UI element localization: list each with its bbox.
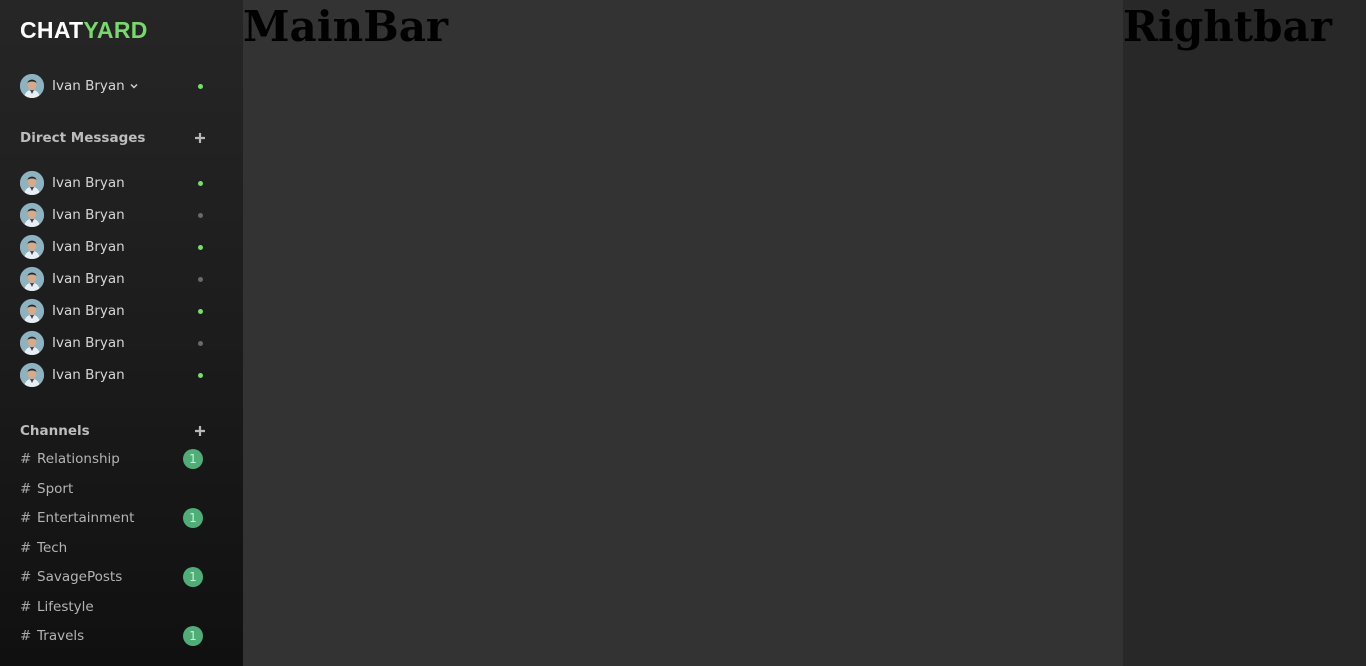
main-bar: MainBar	[243, 0, 1123, 666]
dm-user-name: Ivan Bryan	[52, 335, 125, 351]
direct-messages-title: Direct Messages	[20, 130, 146, 146]
current-user-name: Ivan Bryan	[52, 78, 125, 94]
user-avatar	[20, 203, 44, 227]
app-logo[interactable]: CHATYARD	[20, 16, 148, 44]
hash-icon: #	[20, 540, 32, 556]
user-avatar	[20, 235, 44, 259]
channel-item[interactable]: # Lifestyle	[20, 597, 210, 617]
user-avatar	[20, 363, 44, 387]
rightbar-label: Rightbar	[1123, 2, 1332, 51]
channels-title: Channels	[20, 423, 90, 439]
channel-item[interactable]: # Travels 1	[20, 626, 210, 646]
channel-name: Relationship	[37, 451, 120, 467]
user-avatar	[20, 267, 44, 291]
status-dot	[198, 341, 203, 346]
mainbar-label: MainBar	[243, 2, 449, 51]
channel-name: Tech	[37, 540, 68, 556]
user-avatar	[20, 299, 44, 323]
unread-badge: 1	[183, 567, 203, 587]
dm-user-name: Ivan Bryan	[52, 367, 125, 383]
dm-user-name: Ivan Bryan	[52, 303, 125, 319]
dm-user-item[interactable]: Ivan Bryan	[20, 171, 210, 195]
right-bar: Rightbar	[1123, 0, 1366, 666]
channel-item[interactable]: # Relationship 1	[20, 449, 210, 469]
current-user-menu[interactable]: Ivan Bryan	[20, 74, 210, 98]
channels-header: Channels	[20, 421, 210, 441]
unread-badge: 1	[183, 449, 203, 469]
hash-icon: #	[20, 628, 32, 644]
channel-name: Lifestyle	[37, 599, 94, 615]
status-dot	[198, 373, 203, 378]
dm-user-name: Ivan Bryan	[52, 175, 125, 191]
direct-messages-header: Direct Messages	[20, 128, 210, 148]
hash-icon: #	[20, 451, 32, 467]
channel-name: Sport	[37, 481, 74, 497]
add-channel-icon[interactable]	[194, 425, 206, 437]
user-avatar	[20, 171, 44, 195]
channel-item[interactable]: # Entertainment 1	[20, 508, 210, 528]
dm-user-item[interactable]: Ivan Bryan	[20, 363, 210, 387]
hash-icon: #	[20, 510, 32, 526]
channel-name: Travels	[37, 628, 85, 644]
status-dot	[198, 213, 203, 218]
status-dot	[198, 277, 203, 282]
status-dot	[198, 309, 203, 314]
hash-icon: #	[20, 569, 32, 585]
dm-user-item[interactable]: Ivan Bryan	[20, 203, 210, 227]
sidebar: CHATYARD Ivan Bryan Direct Messages Ivan…	[0, 0, 243, 666]
current-user-status-dot	[198, 84, 203, 89]
logo-part-chat: CHAT	[20, 17, 84, 43]
logo-part-yard: YARD	[83, 17, 148, 43]
dm-user-item[interactable]: Ivan Bryan	[20, 235, 210, 259]
dm-user-item[interactable]: Ivan Bryan	[20, 267, 210, 291]
hash-icon: #	[20, 481, 32, 497]
dm-user-name: Ivan Bryan	[52, 239, 125, 255]
current-user-avatar	[20, 74, 44, 98]
channel-item[interactable]: # Tech	[20, 538, 210, 558]
chevron-down-icon[interactable]	[129, 81, 139, 91]
dm-user-name: Ivan Bryan	[52, 271, 125, 287]
dm-user-item[interactable]: Ivan Bryan	[20, 299, 210, 323]
channel-name: Entertainment	[37, 510, 135, 526]
status-dot	[198, 181, 203, 186]
dm-user-name: Ivan Bryan	[52, 207, 125, 223]
add-direct-message-icon[interactable]	[194, 132, 206, 144]
unread-badge: 1	[183, 508, 203, 528]
channel-item[interactable]: # Sport	[20, 479, 210, 499]
channel-item[interactable]: # SavagePosts 1	[20, 567, 210, 587]
dm-user-item[interactable]: Ivan Bryan	[20, 331, 210, 355]
unread-badge: 1	[183, 626, 203, 646]
hash-icon: #	[20, 599, 32, 615]
channel-name: SavagePosts	[37, 569, 123, 585]
status-dot	[198, 245, 203, 250]
user-avatar	[20, 331, 44, 355]
